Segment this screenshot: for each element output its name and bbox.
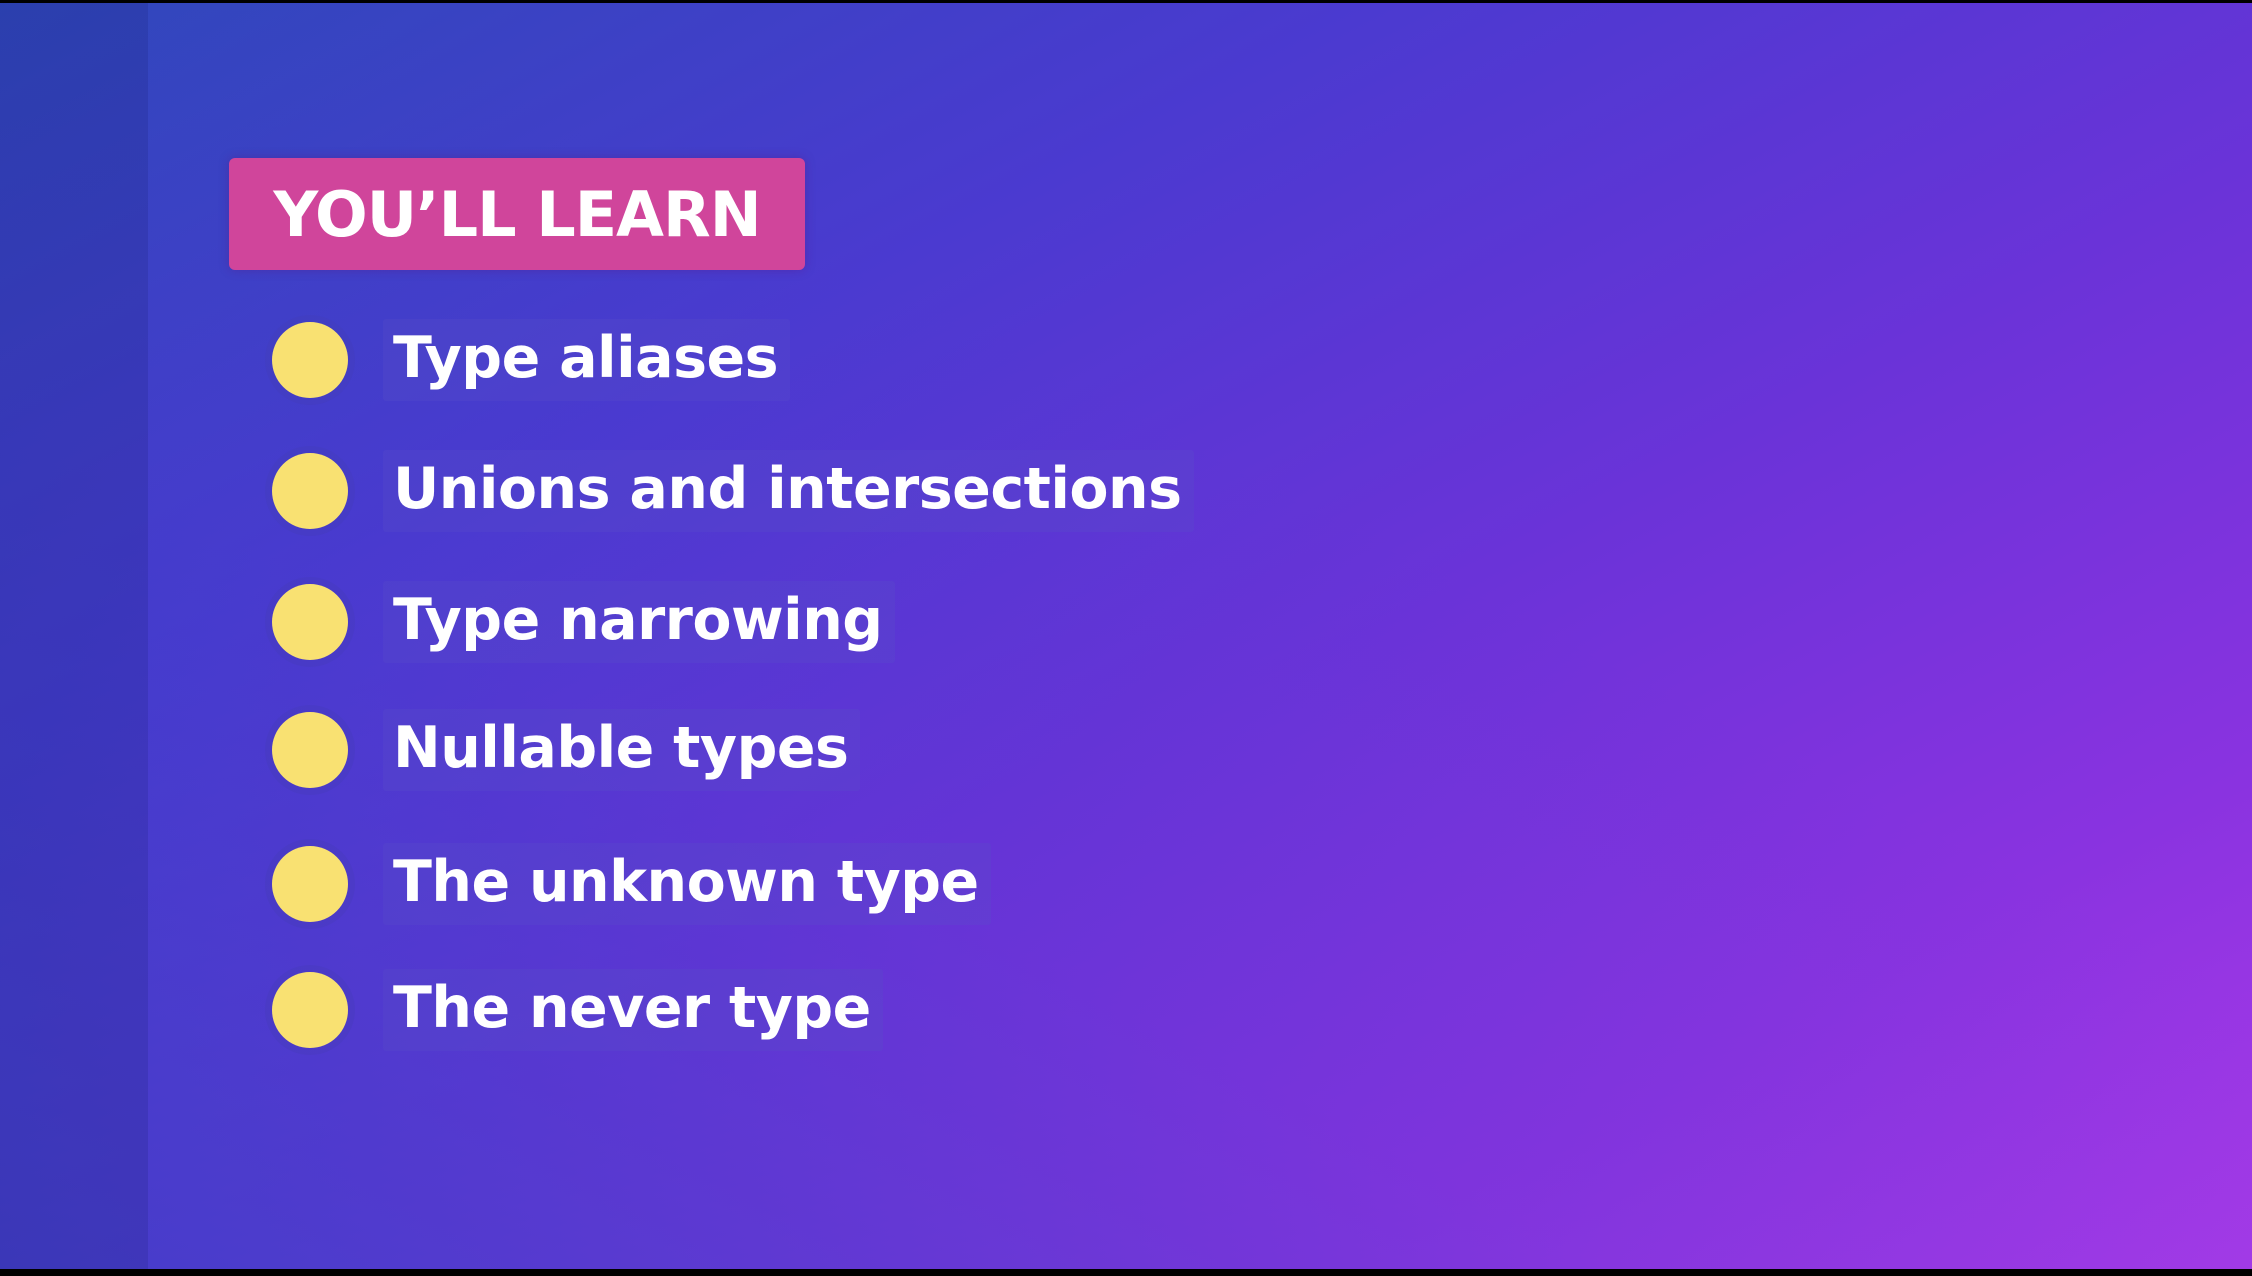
- bullet-icon: [272, 322, 348, 398]
- topic-label-box: Type aliases: [383, 319, 791, 401]
- list-item: Unions and intersections: [272, 446, 1194, 536]
- bullet-icon: [272, 712, 348, 788]
- list-item: Type narrowing: [272, 577, 895, 667]
- list-item: Nullable types: [272, 705, 861, 795]
- list-item: Type aliases: [272, 315, 791, 405]
- topic-label: The never type: [393, 975, 871, 1041]
- topic-label: Type narrowing: [393, 587, 883, 653]
- list-item: The unknown type: [272, 839, 991, 929]
- topic-label-box: The unknown type: [383, 843, 991, 925]
- bullet-icon: [272, 972, 348, 1048]
- topic-label: The unknown type: [393, 849, 979, 915]
- bullet-icon: [272, 584, 348, 660]
- slide: YOU’LL LEARN Type aliases Unions and int…: [0, 3, 2252, 1269]
- topic-label-box: Type narrowing: [383, 581, 895, 663]
- bullet-icon: [272, 453, 348, 529]
- topic-label-box: Nullable types: [383, 709, 861, 791]
- topic-label: Unions and intersections: [393, 456, 1182, 522]
- topic-label-box: The never type: [383, 969, 883, 1051]
- topic-label-box: Unions and intersections: [383, 450, 1194, 532]
- topic-label: Type aliases: [393, 325, 779, 391]
- bullet-icon: [272, 846, 348, 922]
- list-item: The never type: [272, 965, 883, 1055]
- topic-label: Nullable types: [393, 715, 849, 781]
- topic-list: Type aliases Unions and intersections Ty…: [0, 3, 2252, 1269]
